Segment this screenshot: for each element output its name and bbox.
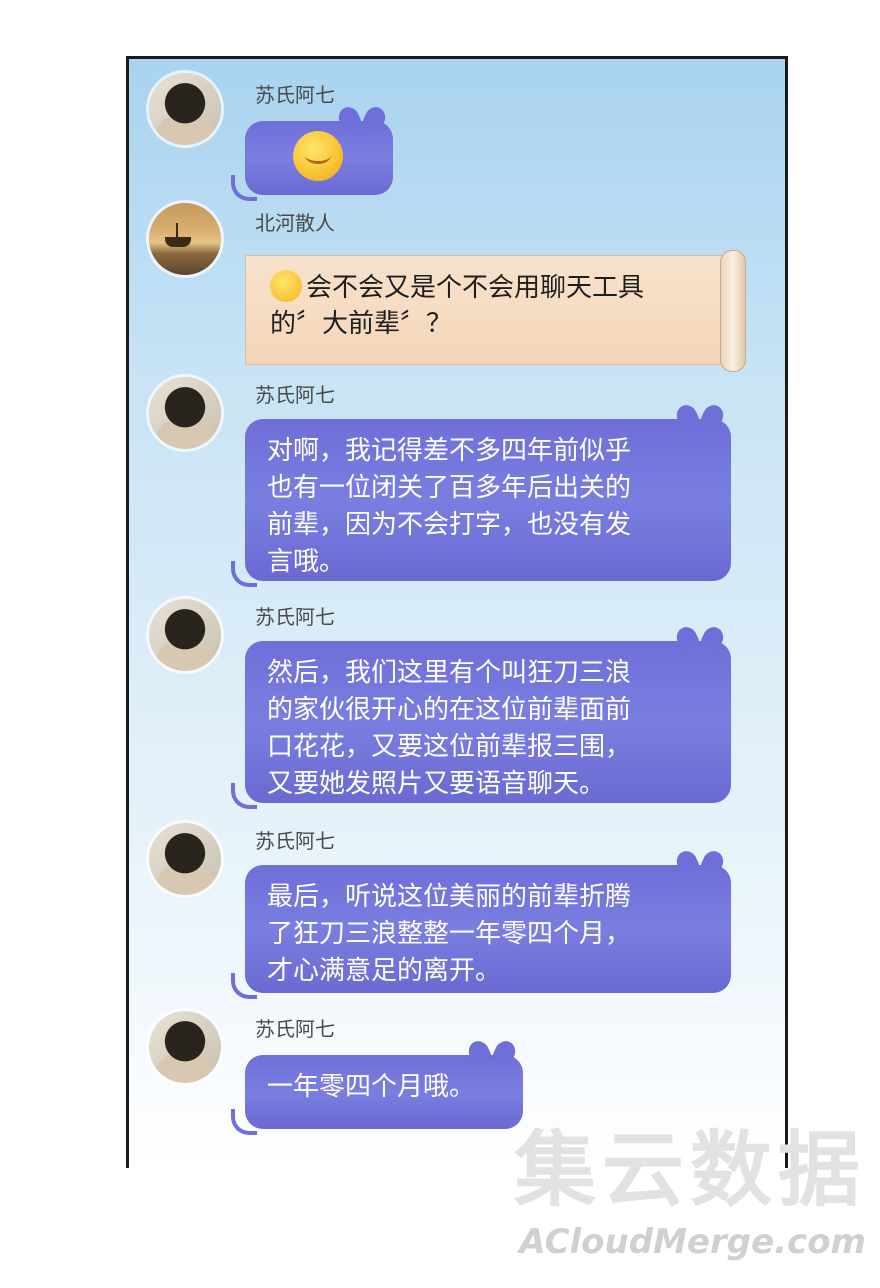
sender-name: 苏氏阿七	[255, 383, 335, 407]
message-line: 的家伙很开心的在这位前辈面前	[267, 695, 632, 725]
bubble-horn	[361, 103, 389, 133]
message-line: 了狂刀三浪整整一年零四个月，	[267, 919, 632, 949]
message-bubble: 最后，听说这位美丽的前辈折腾 了狂刀三浪整整一年零四个月， 才心满意足的离开。	[231, 847, 731, 999]
bubble-tail	[231, 783, 257, 809]
scroll-roll	[720, 250, 746, 372]
avatar[interactable]	[149, 73, 221, 145]
avatar[interactable]	[149, 599, 221, 671]
avatar[interactable]	[149, 377, 221, 449]
sender-name: 苏氏阿七	[255, 829, 335, 853]
sender-name: 苏氏阿七	[255, 1017, 335, 1041]
avatar[interactable]	[149, 1011, 221, 1083]
message-line: 又要她发照片又要语音聊天。	[267, 769, 606, 799]
avatar[interactable]	[149, 823, 221, 895]
grinning-face-icon	[270, 270, 302, 302]
bubble-horn	[699, 401, 727, 431]
bubble-horn	[699, 847, 727, 877]
message-line: 口花花，又要这位前辈报三围，	[267, 732, 632, 762]
bubble-horn	[699, 623, 727, 653]
sender-name: 北河散人	[255, 211, 335, 235]
message-line: 对啊，我记得差不多四年前似乎	[267, 436, 632, 466]
bubble-horn	[673, 623, 701, 653]
message-bubble: 一年零四个月哦。	[231, 1037, 523, 1135]
bubble-horn	[491, 1037, 519, 1067]
smiling-face-icon	[293, 131, 343, 181]
bubble-horn	[673, 401, 701, 431]
message-line: 然后，我们这里有个叫狂刀三浪	[267, 658, 632, 688]
bubble-horn	[335, 103, 363, 133]
bubble-tail	[231, 561, 257, 587]
bubble-tail	[231, 973, 257, 999]
watermark-en: ACloudMerge.com	[519, 1222, 866, 1262]
message-bubble: 然后，我们这里有个叫狂刀三浪 的家伙很开心的在这位前辈面前 口花花，又要这位前辈…	[231, 623, 731, 809]
message-line: 最后，听说这位美丽的前辈折腾	[267, 882, 632, 912]
avatar[interactable]	[149, 203, 221, 275]
message-line: 言哦。	[267, 547, 346, 577]
bubble-tail	[231, 1109, 257, 1135]
message-bubble	[231, 103, 393, 201]
sender-name: 苏氏阿七	[255, 83, 335, 107]
message-line: 的〞大前辈〞？	[270, 309, 453, 339]
message-line: 才心满意足的离开。	[267, 956, 502, 986]
boat-icon	[165, 237, 191, 247]
watermark-cn: 集云数据	[513, 1123, 866, 1218]
sender-name: 苏氏阿七	[255, 605, 335, 629]
bubble-horn	[465, 1037, 493, 1067]
message-bubble: 对啊，我记得差不多四年前似乎 也有一位闭关了百多年后出关的 前辈，因为不会打字，…	[231, 401, 731, 587]
message-line: 会不会又是个不会用聊天工具	[270, 270, 712, 306]
watermark: 集云数据 ACloudMerge.com	[514, 1103, 866, 1262]
message-line: 前辈，因为不会打字，也没有发	[267, 510, 632, 540]
message-line: 也有一位闭关了百多年后出关的	[267, 473, 632, 503]
bubble-horn	[673, 847, 701, 877]
bubble-tail	[231, 175, 257, 201]
chat-panel: 苏氏阿七 北河散人 会不会又是个不会用聊天工具 的〞大前辈〞？ 苏氏阿七 对啊，…	[126, 56, 788, 1168]
scroll-bubble: 会不会又是个不会用聊天工具 的〞大前辈〞？	[245, 250, 746, 372]
message-line: 一年零四个月哦。	[267, 1072, 476, 1102]
